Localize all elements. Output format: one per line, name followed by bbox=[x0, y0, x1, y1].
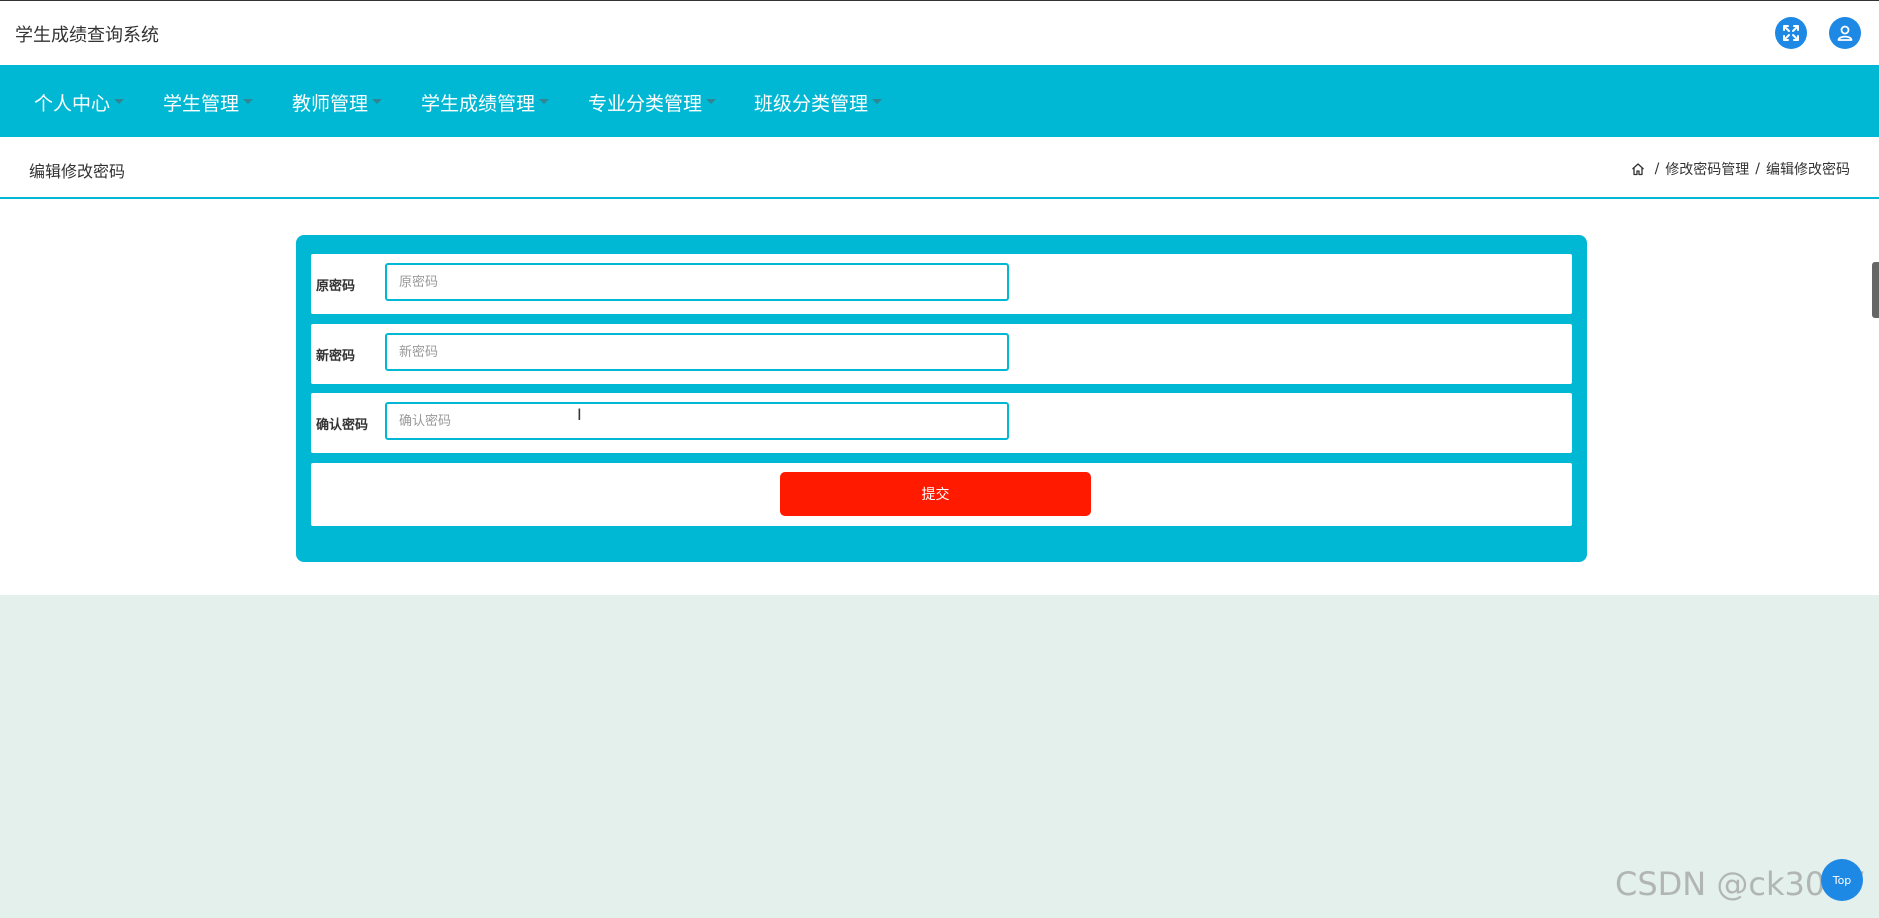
top-bar: 学生成绩查询系统 bbox=[0, 0, 1879, 65]
caret-down-icon bbox=[872, 99, 883, 104]
nav-item-personal-center[interactable]: 个人中心 bbox=[34, 89, 125, 116]
caret-down-icon bbox=[114, 99, 125, 104]
app-title: 学生成绩查询系统 bbox=[15, 25, 159, 46]
breadcrumb: / 修改密码管理 / 编辑修改密码 bbox=[1631, 159, 1850, 179]
page-title: 编辑修改密码 bbox=[29, 162, 126, 181]
new-password-input[interactable] bbox=[385, 333, 1009, 371]
nav-item-class-category-management[interactable]: 班级分类管理 bbox=[754, 89, 883, 116]
breadcrumb-separator: / bbox=[1755, 161, 1760, 177]
main-nav: 个人中心 学生管理 教师管理 学生成绩管理 专业分类管理 班级分类管理 bbox=[0, 65, 1879, 137]
change-password-form: 原密码 新密码 确认密码 提交 bbox=[296, 235, 1587, 562]
breadcrumb-item[interactable]: 修改密码管理 bbox=[1665, 159, 1749, 179]
nav-item-score-management[interactable]: 学生成绩管理 bbox=[421, 89, 550, 116]
page: 学生成绩查询系统 个人中心 学生管理 教师管理 学生成绩管理 专业分类管理 班级… bbox=[0, 0, 1879, 918]
back-to-top-button[interactable]: Top bbox=[1821, 859, 1863, 901]
breadcrumb-item: 编辑修改密码 bbox=[1766, 162, 1850, 178]
submit-button[interactable]: 提交 bbox=[780, 472, 1091, 516]
breadcrumb-separator: / bbox=[1654, 161, 1660, 177]
caret-down-icon bbox=[706, 99, 717, 104]
nav-item-label: 学生管理 bbox=[163, 93, 240, 115]
old-password-input[interactable] bbox=[385, 263, 1009, 301]
new-password-label: 新密码 bbox=[316, 349, 356, 364]
nav-item-label: 学生成绩管理 bbox=[421, 93, 536, 115]
expand-icon bbox=[1783, 25, 1799, 41]
confirm-password-input[interactable] bbox=[385, 402, 1009, 440]
nav-item-label: 教师管理 bbox=[292, 93, 369, 115]
nav-item-label: 班级分类管理 bbox=[754, 93, 869, 115]
caret-down-icon bbox=[372, 99, 383, 104]
fullscreen-button[interactable] bbox=[1775, 17, 1807, 49]
home-icon[interactable] bbox=[1631, 162, 1645, 176]
form-row-confirm-password: 确认密码 bbox=[311, 393, 1572, 453]
nav-item-teacher-management[interactable]: 教师管理 bbox=[292, 89, 383, 116]
form-row-new-password: 新密码 bbox=[311, 324, 1572, 384]
nav-item-label: 个人中心 bbox=[34, 93, 111, 115]
side-scroll-handle[interactable] bbox=[1872, 262, 1879, 318]
nav-item-label: 专业分类管理 bbox=[588, 93, 703, 115]
nav-item-major-category-management[interactable]: 专业分类管理 bbox=[588, 89, 717, 116]
page-header: 编辑修改密码 / 修改密码管理 / 编辑修改密码 bbox=[0, 137, 1879, 199]
user-icon bbox=[1837, 25, 1853, 41]
nav-item-student-management[interactable]: 学生管理 bbox=[163, 89, 254, 116]
caret-down-icon bbox=[243, 99, 254, 104]
text-cursor-icon: I bbox=[577, 405, 582, 424]
form-row-submit: 提交 bbox=[311, 463, 1572, 526]
user-menu-button[interactable] bbox=[1829, 17, 1861, 49]
confirm-password-label: 确认密码 bbox=[316, 418, 369, 433]
caret-down-icon bbox=[539, 99, 550, 104]
form-row-old-password: 原密码 bbox=[311, 254, 1572, 314]
old-password-label: 原密码 bbox=[316, 279, 356, 294]
